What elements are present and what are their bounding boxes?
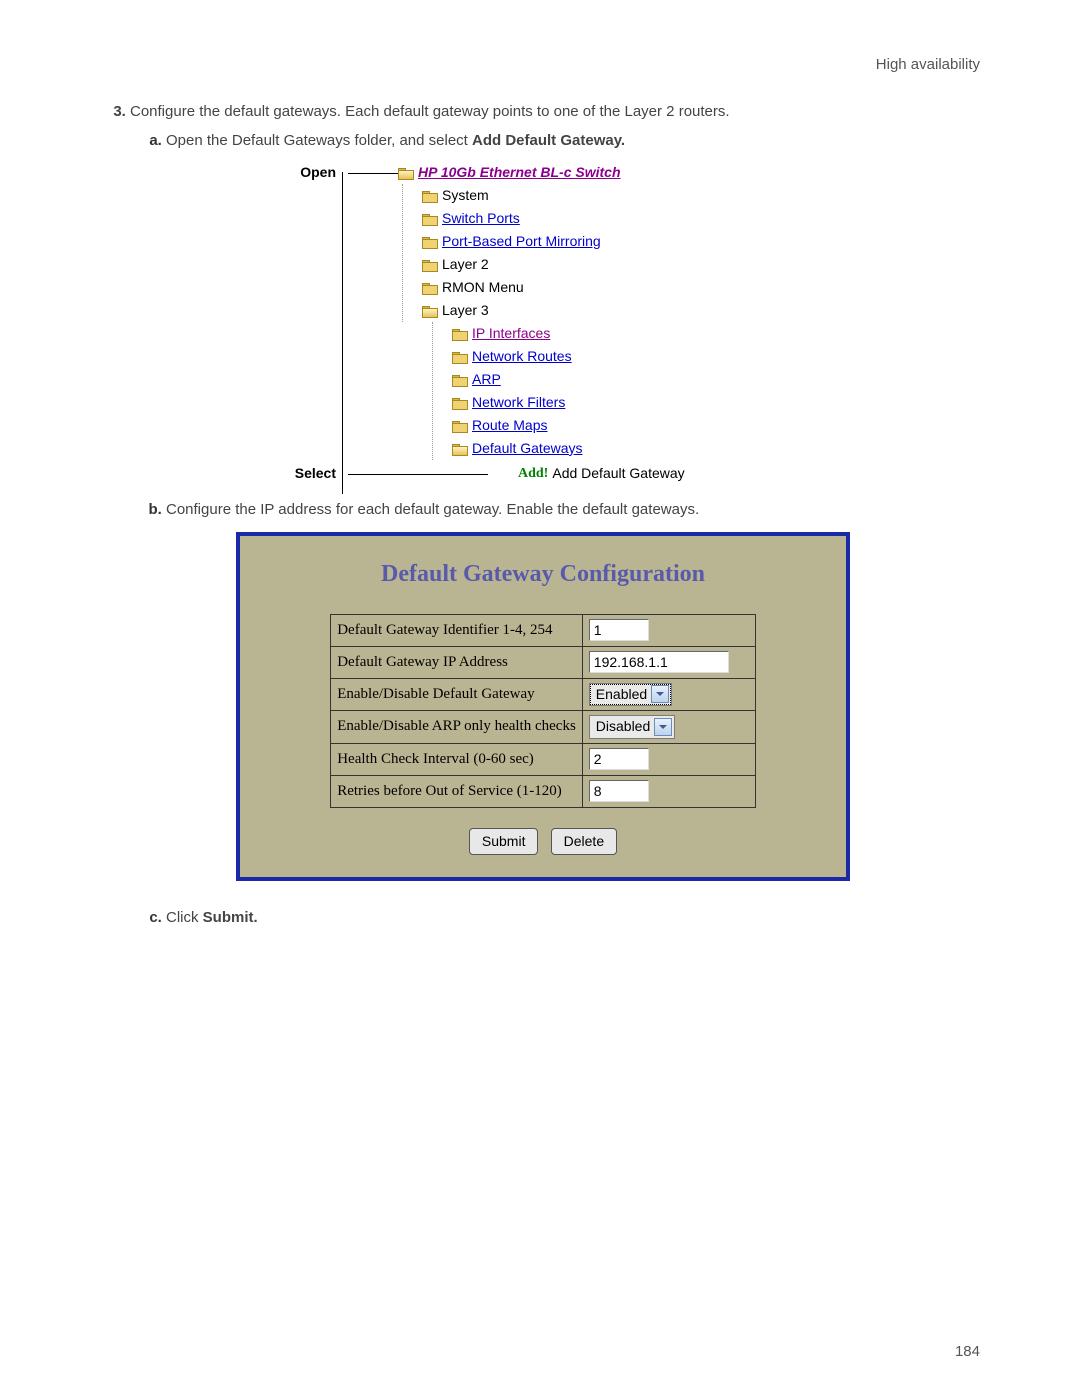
table-row: Health Check Interval (0-60 sec) [331, 743, 756, 775]
folder-open-icon [422, 304, 438, 317]
chevron-down-icon [654, 718, 672, 736]
substep-a-bold: Add Default Gateway. [472, 132, 625, 149]
substep-a: Open the Default Gateways folder, and se… [166, 130, 980, 485]
health-interval-input[interactable] [589, 748, 649, 770]
cfg-enable-label: Enable/Disable Default Gateway [331, 678, 583, 711]
open-label: Open [246, 163, 342, 183]
folder-icon [422, 212, 438, 225]
table-row: Enable/Disable Default Gateway Enabled [331, 678, 756, 711]
add-text: Add Default Gateway [552, 464, 684, 484]
tree-node-layer2[interactable]: Layer 2 [422, 255, 489, 275]
select-value: Disabled [596, 717, 650, 737]
step-3: Configure the default gateways. Each def… [130, 101, 980, 928]
submit-button[interactable]: Submit [469, 828, 539, 856]
section-header: High availability [100, 56, 980, 73]
folder-icon [422, 189, 438, 202]
tree-label: IP Interfaces [472, 324, 550, 344]
cfg-retries-label: Retries before Out of Service (1-120) [331, 775, 583, 807]
tree-label: System [442, 186, 489, 206]
cfg-ip-label: Default Gateway IP Address [331, 646, 583, 678]
retries-input[interactable] [589, 780, 649, 802]
tree-node-route-maps[interactable]: Route Maps [452, 416, 547, 436]
config-panel: Default Gateway Configuration Default Ga… [236, 532, 850, 881]
select-value: Enabled [596, 685, 647, 705]
enable-gateway-select[interactable]: Enabled [589, 683, 672, 707]
substep-c-bold: Submit. [203, 909, 258, 926]
table-row: Retries before Out of Service (1-120) [331, 775, 756, 807]
page-number: 184 [955, 1343, 980, 1360]
table-row: Default Gateway Identifier 1-4, 254 [331, 614, 756, 646]
folder-icon [452, 350, 468, 363]
cfg-interval-label: Health Check Interval (0-60 sec) [331, 743, 583, 775]
tree-node-port-mirroring[interactable]: Port-Based Port Mirroring [422, 232, 601, 252]
tree-node-rmon[interactable]: RMON Menu [422, 278, 524, 298]
tree-node-switch-ports[interactable]: Switch Ports [422, 209, 520, 229]
gateway-ip-input[interactable] [589, 651, 729, 673]
config-title: Default Gateway Configuration [258, 558, 828, 592]
tree-label: Network Routes [472, 347, 572, 367]
tree-node-network-routes[interactable]: Network Routes [452, 347, 572, 367]
tree-label: Network Filters [472, 393, 565, 413]
delete-button[interactable]: Delete [551, 828, 617, 856]
folder-open-icon [452, 442, 468, 455]
tree-node-ip-interfaces[interactable]: IP Interfaces [452, 324, 550, 344]
folder-open-icon [398, 166, 414, 179]
substep-c-text: Click [166, 909, 203, 926]
folder-icon [452, 419, 468, 432]
tree-root[interactable]: HP 10Gb Ethernet BL-c Switch [398, 163, 621, 183]
tree-node-add-default-gateway[interactable]: Add! Add Default Gateway [518, 464, 685, 484]
table-row: Default Gateway IP Address [331, 646, 756, 678]
folder-icon [422, 281, 438, 294]
tree-label: Port-Based Port Mirroring [442, 232, 601, 252]
step-3-text: Configure the default gateways. Each def… [130, 103, 730, 120]
folder-icon [452, 396, 468, 409]
tree-node-arp[interactable]: ARP [452, 370, 501, 390]
tree-node-network-filters[interactable]: Network Filters [452, 393, 565, 413]
folder-icon [452, 373, 468, 386]
table-row: Enable/Disable ARP only health checks Di… [331, 711, 756, 744]
chevron-down-icon [651, 685, 669, 703]
tree-node-layer3[interactable]: Layer 3 [422, 301, 489, 321]
config-table: Default Gateway Identifier 1-4, 254 Defa… [330, 614, 756, 808]
cfg-arp-label: Enable/Disable ARP only health checks [331, 711, 583, 744]
tree-label: Route Maps [472, 416, 547, 436]
folder-icon [422, 235, 438, 248]
tree-root-label: HP 10Gb Ethernet BL-c Switch [418, 163, 621, 183]
substep-b-text: Configure the IP address for each defaul… [166, 501, 699, 518]
gateway-id-input[interactable] [589, 619, 649, 641]
tree-label: Layer 3 [442, 301, 489, 321]
tree-label: Default Gateways [472, 439, 583, 459]
folder-icon [422, 258, 438, 271]
tree-node-system[interactable]: System [422, 186, 489, 206]
tree-label: RMON Menu [442, 278, 524, 298]
arp-health-select[interactable]: Disabled [589, 715, 675, 739]
select-label: Select [246, 464, 342, 484]
cfg-id-label: Default Gateway Identifier 1-4, 254 [331, 614, 583, 646]
substep-b: Configure the IP address for each defaul… [166, 499, 980, 881]
tree-label: Switch Ports [442, 209, 520, 229]
tree-figure: Open HP 10Gb Ethernet BL-c Switch System [246, 161, 980, 485]
tree-label: ARP [472, 370, 501, 390]
folder-icon [452, 327, 468, 340]
tree-label: Layer 2 [442, 255, 489, 275]
substep-c: Click Submit. [166, 907, 980, 928]
tree-node-default-gateways[interactable]: Default Gateways [452, 439, 583, 459]
substep-a-text: Open the Default Gateways folder, and se… [166, 132, 472, 149]
add-label: Add! [518, 464, 548, 484]
